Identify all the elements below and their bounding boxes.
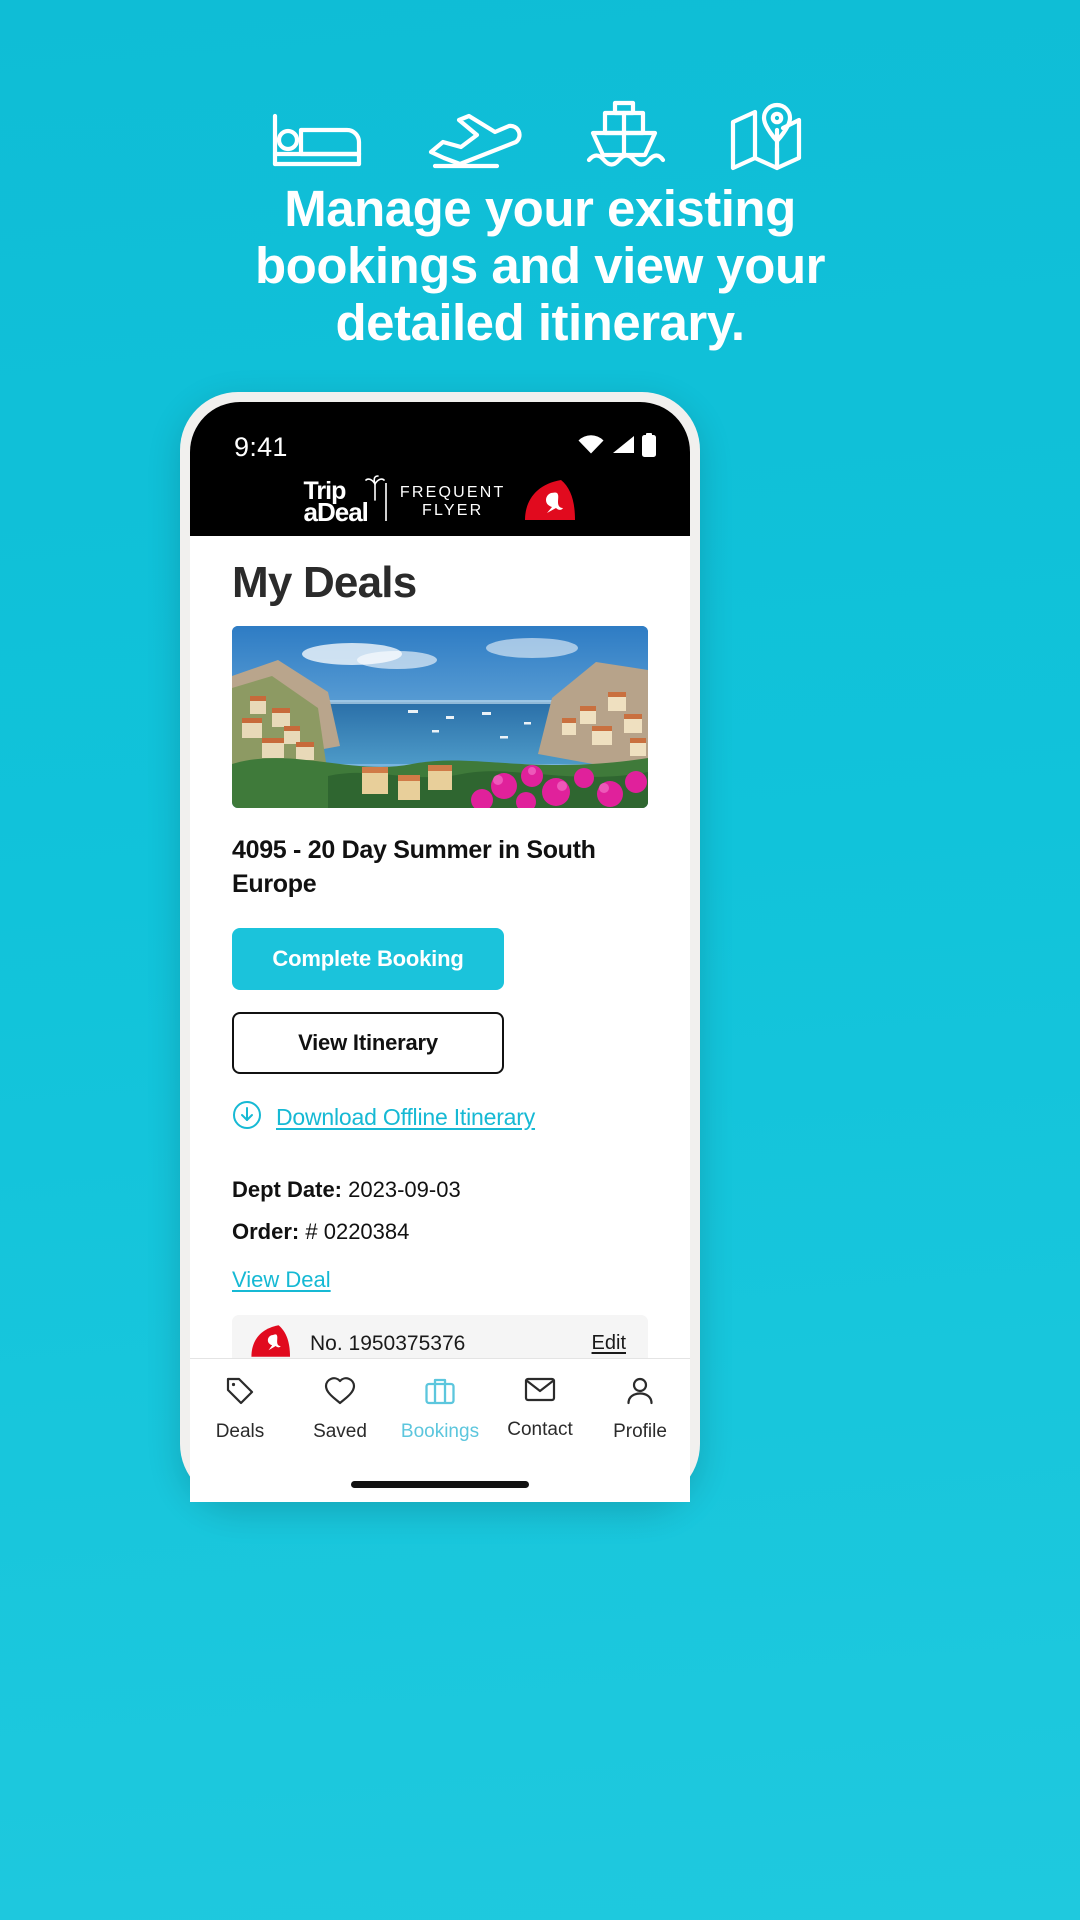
complete-booking-button[interactable]: Complete Booking [232, 927, 504, 990]
download-offline-itinerary-row[interactable]: Download Offline Itinerary [232, 1100, 648, 1135]
tab-saved[interactable]: Saved [290, 1376, 390, 1443]
frequent-flyer-row: No. 1950375376 Edit [232, 1314, 648, 1358]
heart-icon [324, 1376, 356, 1412]
dept-date-value: 2023-09-03 [348, 1176, 461, 1202]
page-title: My Deals [232, 558, 417, 607]
brand-lockup: Trip aDeal FREQUENT FLYER [303, 475, 577, 527]
bottom-tab-bar: Deals Saved Bookings Contact Profile [190, 1358, 690, 1466]
promo-icon-row [0, 100, 1080, 172]
promo-headline-line-3: detailed itinerary. [335, 294, 745, 352]
tab-bookings[interactable]: Bookings [390, 1376, 490, 1443]
plane-takeoff-icon [425, 110, 523, 172]
qantas-kangaroo-icon [521, 479, 577, 525]
frequent-flyer-wordmark: FREQUENT FLYER [400, 484, 506, 521]
briefcase-icon [424, 1376, 456, 1412]
status-bar-time: 9:41 [234, 431, 288, 462]
deal-image [232, 626, 648, 808]
wifi-icon [578, 435, 604, 459]
deal-card: 4095 - 20 Day Summer in South Europe Com… [190, 626, 690, 1358]
phone-screen: 9:41 Trip aDeal FREQUENT FLYER My Deals … [190, 402, 690, 1502]
cellular-signal-icon [611, 435, 635, 459]
download-circle-icon [232, 1100, 262, 1135]
status-bar-icons [578, 432, 656, 462]
download-offline-itinerary-link[interactable]: Download Offline Itinerary [276, 1104, 535, 1131]
view-deal-link[interactable]: View Deal [232, 1267, 331, 1293]
tab-contact[interactable]: Contact [490, 1376, 590, 1441]
deal-meta: Dept Date: 2023-09-03 Order: # 0220384 V… [232, 1177, 648, 1293]
map-pin-icon [729, 102, 809, 172]
screen-content: My Deals 4095 - 20 Day Summer in South E… [190, 536, 690, 1358]
tab-label-deals: Deals [215, 1421, 265, 1442]
promo-headline-line-1: Manage your existing [284, 180, 796, 237]
dept-date-row: Dept Date: 2023-09-03 [232, 1177, 648, 1203]
frequent-flyer-line-2: FLYER [422, 502, 484, 519]
order-value: # 0220384 [305, 1218, 410, 1244]
deal-title: 4095 - 20 Day Summer in South Europe [232, 836, 596, 898]
promo-headline: Manage your existing bookings and view y… [130, 180, 950, 351]
phone-mockup: 9:41 Trip aDeal FREQUENT FLYER My Deals … [180, 392, 700, 1502]
frequent-flyer-edit-link[interactable]: Edit [592, 1332, 626, 1355]
home-indicator-area [190, 1466, 690, 1502]
tab-profile[interactable]: Profile [590, 1376, 690, 1443]
envelope-icon [524, 1376, 556, 1410]
app-bar: Trip aDeal FREQUENT FLYER [190, 474, 690, 536]
order-row: Order: # 0220384 [232, 1219, 648, 1245]
palm-tree-icon [365, 475, 385, 504]
qantas-kangaroo-icon [250, 1325, 290, 1358]
order-label: Order: [232, 1218, 300, 1244]
battery-icon [642, 432, 656, 462]
person-icon [625, 1376, 655, 1412]
tag-icon [225, 1376, 255, 1412]
promo-headline-line-2: bookings and view your [255, 237, 825, 295]
tab-deals[interactable]: Deals [190, 1376, 290, 1443]
tripadeal-logo: Trip aDeal [303, 475, 385, 527]
frequent-flyer-line-1: FREQUENT [399, 483, 506, 501]
tab-label-profile: Profile [613, 1421, 667, 1442]
tab-label-contact: Contact [507, 1419, 573, 1440]
tab-label-bookings: Bookings [400, 1421, 480, 1442]
promo-screenshot-page: Manage your existing bookings and view y… [0, 0, 1080, 1920]
logo-divider [384, 483, 387, 521]
home-indicator[interactable] [351, 1480, 529, 1488]
frequent-flyer-number: No. 1950375376 [310, 1331, 466, 1355]
view-itinerary-button[interactable]: View Itinerary [232, 1011, 504, 1074]
tab-label-saved: Saved [313, 1421, 367, 1442]
status-bar: 9:41 [190, 402, 690, 474]
bed-icon [271, 110, 363, 172]
cruise-ship-icon [585, 100, 667, 172]
dept-date-label: Dept Date: [232, 1176, 343, 1202]
tripadeal-logo-line-2: aDeal [303, 496, 369, 527]
